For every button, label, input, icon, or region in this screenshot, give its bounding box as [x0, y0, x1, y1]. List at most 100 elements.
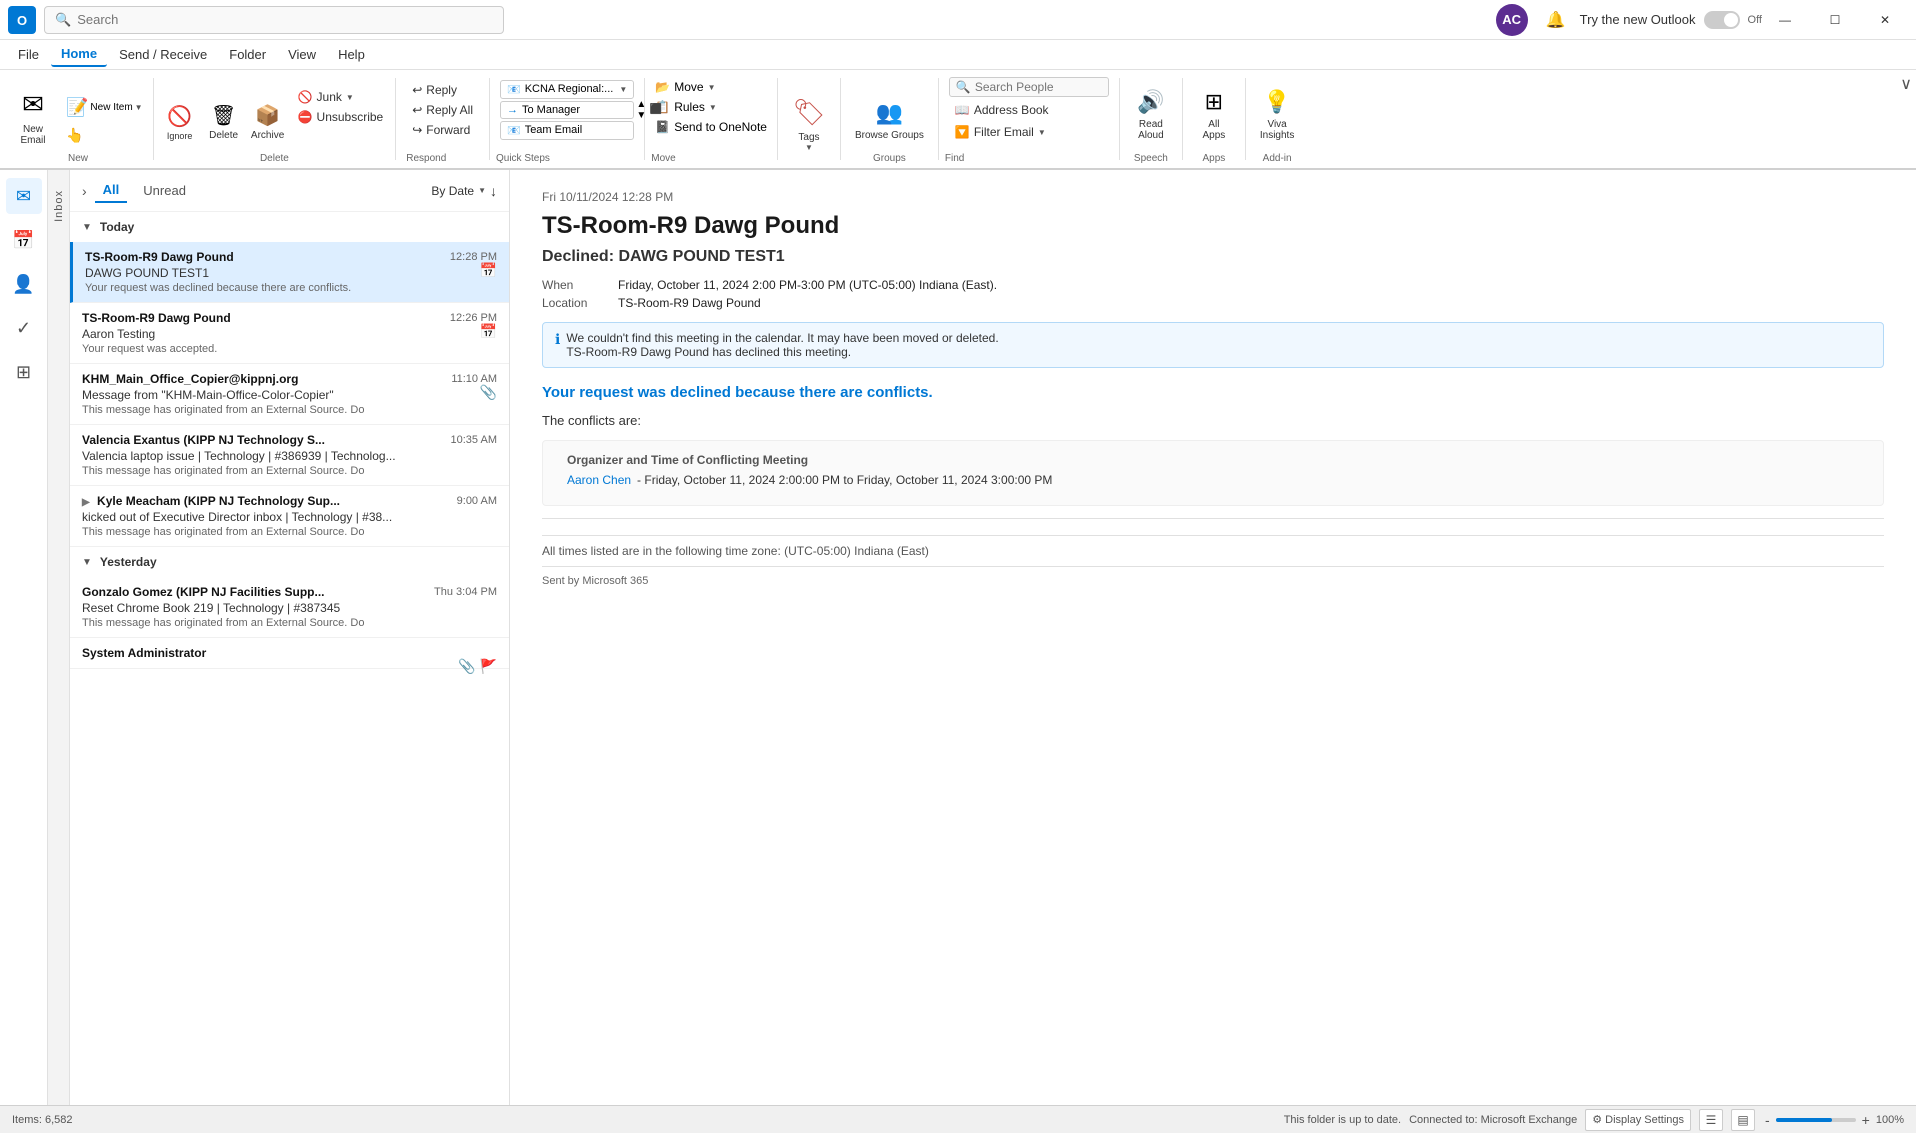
- apps-group-label: Apps: [1202, 153, 1225, 164]
- attachment-icon: 📎: [480, 384, 497, 401]
- email-subject: Reset Chrome Book 219 | Technology | #38…: [82, 601, 497, 615]
- delete-button[interactable]: 🗑 Delete: [204, 99, 244, 145]
- email-item[interactable]: KHM_Main_Office_Copier@kippnj.org 11:10 …: [70, 364, 509, 425]
- ribbon-addin-group: 💡 Viva Insights Add-in: [1252, 74, 1302, 164]
- menu-send-receive[interactable]: Send / Receive: [109, 43, 217, 66]
- ribbon-delete-group: 🚫 Ignore 🗑 Delete 📦 Archive 🚫 Junk ▼ ⛔: [160, 74, 390, 164]
- nav-sidebar: ✉ 📅 👤 ✓ ⊞: [0, 170, 48, 1105]
- quickstep-manager[interactable]: → To Manager: [500, 101, 634, 119]
- email-list: › All Unread By Date ▼ ↓ ▼ Today TS-Room…: [70, 170, 510, 1105]
- window-controls: — ☐ ✕: [1762, 4, 1908, 36]
- today-collapse-icon[interactable]: ▼: [82, 222, 92, 233]
- tags-button[interactable]: 🏷 Tags ▼: [784, 80, 834, 156]
- close-button[interactable]: ✕: [1862, 4, 1908, 36]
- info-line1: We couldn't find this meeting in the cal…: [566, 331, 998, 345]
- maximize-button[interactable]: ☐: [1812, 4, 1858, 36]
- filter-email-icon: 🔽: [955, 125, 970, 139]
- attachment-flag-icon: 📎 🚩: [458, 658, 497, 675]
- ribbon-respond-group: ↩ Reply ↩ Reply All ↪ Forward Respond: [402, 74, 483, 164]
- tab-all[interactable]: All: [95, 178, 128, 203]
- new-outlook-toggle[interactable]: [1704, 11, 1740, 29]
- display-settings-icon: ⚙: [1592, 1113, 1602, 1126]
- send-onenote-button[interactable]: 📓 Send to OneNote: [651, 118, 771, 136]
- viva-icon: 💡: [1263, 89, 1290, 115]
- address-book-button[interactable]: 📖 Address Book: [949, 101, 1109, 119]
- display-settings-button[interactable]: ⚙ Display Settings: [1585, 1109, 1691, 1131]
- move-button[interactable]: 📂 Move ▼: [651, 78, 771, 96]
- email-item[interactable]: ▶ Kyle Meacham (KIPP NJ Technology Sup..…: [70, 486, 509, 547]
- rules-button[interactable]: 📋 Rules ▼: [651, 98, 771, 116]
- ignore-button[interactable]: 🚫 Ignore: [160, 100, 200, 145]
- nav-contacts[interactable]: 👤: [6, 266, 42, 302]
- minimize-button[interactable]: —: [1762, 4, 1808, 36]
- move-group-label: Move: [651, 153, 675, 164]
- quickstep-kcna[interactable]: 📧 KCNA Regional:... ▼: [500, 80, 634, 99]
- email-item[interactable]: System Administrator 📎 🚩: [70, 638, 509, 669]
- reply-button[interactable]: ↩ Reply: [406, 81, 479, 99]
- email-item[interactable]: TS-Room-R9 Dawg Pound 12:26 PM Aaron Tes…: [70, 303, 509, 364]
- nav-calendar[interactable]: 📅: [6, 222, 42, 258]
- menu-help[interactable]: Help: [328, 43, 375, 66]
- nav-groups[interactable]: ⊞: [6, 354, 42, 390]
- email-subject: Aaron Testing: [82, 327, 497, 341]
- nav-mail[interactable]: ✉: [6, 178, 42, 214]
- ribbon-more-button[interactable]: ∨: [1900, 74, 1912, 94]
- conflict-table-header: Organizer and Time of Conflicting Meetin…: [567, 453, 1859, 467]
- zoom-minus[interactable]: -: [1763, 1112, 1772, 1128]
- block-sender-button[interactable]: ⛔ Unsubscribe: [292, 108, 390, 126]
- search-people-container[interactable]: 🔍: [949, 77, 1109, 97]
- zoom-plus[interactable]: +: [1860, 1112, 1872, 1128]
- junk-button[interactable]: 🚫 Junk ▼: [292, 88, 390, 106]
- nav-tasks[interactable]: ✓: [6, 310, 42, 346]
- all-apps-button[interactable]: ⊞ All Apps: [1189, 74, 1239, 145]
- try-new-outlook: Try the new Outlook Off: [1580, 11, 1762, 29]
- calendar-icon: 📅: [480, 323, 497, 340]
- avatar: AC: [1496, 4, 1528, 36]
- viva-insights-button[interactable]: 💡 Viva Insights: [1252, 74, 1302, 145]
- sort-button[interactable]: By Date ▼ ↓: [431, 183, 497, 199]
- forward-button[interactable]: ↪ Forward: [406, 121, 479, 139]
- conflict-organizer-link[interactable]: Aaron Chen: [567, 473, 631, 487]
- zoom-slider[interactable]: [1776, 1118, 1856, 1122]
- expand-thread-icon[interactable]: ▶: [82, 497, 90, 508]
- read-aloud-button[interactable]: 🔊 Read Aloud: [1126, 74, 1176, 145]
- yesterday-collapse-icon[interactable]: ▼: [82, 557, 92, 568]
- menu-view[interactable]: View: [278, 43, 326, 66]
- email-time: Thu 3:04 PM: [434, 586, 497, 598]
- menu-file[interactable]: File: [8, 43, 49, 66]
- separator2: [542, 566, 1884, 567]
- browse-groups-icon: 👥: [876, 100, 903, 126]
- app-icon: O: [8, 6, 36, 34]
- menu-folder[interactable]: Folder: [219, 43, 276, 66]
- block-icon: ⛔: [298, 110, 313, 124]
- view-compact-button[interactable]: ☰: [1699, 1109, 1723, 1131]
- email-item[interactable]: Valencia Exantus (KIPP NJ Technology S..…: [70, 425, 509, 486]
- new-item-button[interactable]: 📝 New Item ▼: [62, 95, 147, 120]
- search-input[interactable]: [77, 12, 493, 27]
- ignore-icon: 🚫: [167, 104, 192, 129]
- search-people-input[interactable]: [975, 80, 1085, 94]
- email-item[interactable]: Gonzalo Gomez (KIPP NJ Facilities Supp..…: [70, 577, 509, 638]
- tags-icon: 🏷: [792, 97, 825, 128]
- new-email-button[interactable]: ✉ New Email: [8, 74, 58, 150]
- yesterday-group-header: ▼ Yesterday: [70, 547, 509, 577]
- search-container[interactable]: 🔍: [44, 6, 504, 34]
- location-value: TS-Room-R9 Dawg Pound: [618, 296, 761, 310]
- ribbon-find-group: 🔍 📖 Address Book 🔽 Filter Email ▼ Find: [945, 74, 1113, 164]
- filter-email-button[interactable]: 🔽 Filter Email ▼: [949, 123, 1109, 141]
- quickstep-expand[interactable]: ⬛: [650, 74, 662, 145]
- quickstep-scroll-buttons[interactable]: ▲ ▼: [636, 99, 646, 121]
- notifications-bell[interactable]: 🔔: [1540, 4, 1572, 36]
- reply-all-button[interactable]: ↩ Reply All: [406, 101, 479, 119]
- email-item[interactable]: TS-Room-R9 Dawg Pound 12:28 PM DAWG POUN…: [70, 242, 509, 303]
- menu-home[interactable]: Home: [51, 42, 107, 67]
- view-list-button[interactable]: ▤: [1731, 1109, 1755, 1131]
- quickstep-team-icon: 📧: [507, 124, 521, 137]
- browse-groups-button[interactable]: 👥 Browse Groups: [847, 74, 932, 145]
- archive-button[interactable]: 📦 Archive: [248, 99, 288, 145]
- tab-unread[interactable]: Unread: [135, 179, 194, 202]
- quickstep-team[interactable]: 📧 Team Email: [500, 121, 634, 140]
- inbox-label: Inbox: [53, 190, 65, 222]
- collapse-list-icon[interactable]: ›: [82, 183, 87, 199]
- forward-icon: ↪: [412, 123, 422, 137]
